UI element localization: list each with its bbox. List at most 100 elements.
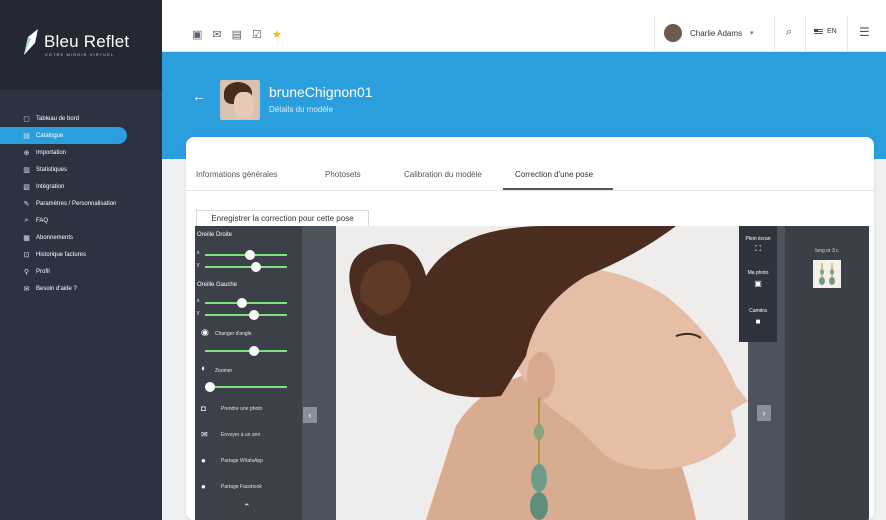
sidebar-item-label: Statistiques	[36, 166, 68, 173]
tab-pose-correction[interactable]: Correction d'une pose	[515, 170, 593, 179]
share-facebook-button[interactable]: Partage Facebook	[221, 484, 262, 490]
slider-handle[interactable]	[245, 250, 255, 260]
slider-handle[interactable]	[237, 298, 247, 308]
y-label: y	[197, 262, 200, 268]
brand-tagline: VOTRE MIROIR VIRTUEL	[45, 52, 115, 57]
sidebar-item-icon: ▥	[23, 166, 30, 174]
camera-icon[interactable]: ◘	[201, 404, 206, 413]
divider	[774, 16, 775, 52]
page-title: bruneChignon01	[269, 84, 373, 100]
sidebar-item-icon: ⊕	[23, 149, 30, 157]
sidebar-item-9[interactable]: ⚲ Profil	[0, 263, 162, 280]
view-tools: Plein écran ⛶ Ma photo ▣ Caméra ■	[739, 226, 777, 342]
controls-panel: Oreille Droite x y Oreille Gauche x y ◉ …	[195, 226, 302, 520]
slider-handle[interactable]	[205, 382, 215, 392]
my-photo-label: Ma photo	[747, 270, 769, 276]
sidebar-item-icon: ▦	[23, 234, 30, 242]
facebook-icon[interactable]: ●	[201, 482, 206, 491]
model-details-card: Informations générales Photosets Calibra…	[186, 137, 874, 520]
sidebar-item-4[interactable]: ▧ Intégration	[0, 178, 162, 195]
next-arrow-icon[interactable]: ›	[757, 405, 771, 421]
sidebar-item-label: Importation	[36, 149, 67, 156]
sidebar-item-label: Besoin d'aide ?	[36, 285, 77, 292]
fullscreen-label: Plein écran	[745, 236, 771, 242]
sidebar-item-1[interactable]: ▤ Catalogue	[0, 127, 127, 144]
sidebar-item-6[interactable]: ⌕ FAQ	[0, 212, 162, 229]
previous-arrow-icon[interactable]: ‹	[303, 407, 317, 423]
sidebar-item-2[interactable]: ⊕ Importation	[0, 144, 162, 161]
whatsapp-icon[interactable]: ●	[201, 456, 206, 465]
woman-profile-image	[336, 226, 748, 520]
earring-thumbnail[interactable]	[813, 260, 841, 288]
back-arrow-icon[interactable]: ←	[192, 88, 206, 104]
language-selector[interactable]: EN	[814, 28, 837, 35]
image-icon[interactable]: ▣	[739, 279, 777, 288]
right-ear-label: Oreille Droite	[197, 232, 233, 238]
sidebar-item-icon: ⌕	[24, 216, 29, 224]
sidebar-item-label: Profil	[36, 268, 50, 275]
right-ear-y-slider[interactable]	[205, 262, 287, 272]
y-label: y	[197, 310, 200, 316]
active-tab-indicator	[503, 188, 613, 190]
hamburger-menu-icon[interactable]: ☰	[859, 25, 870, 39]
left-ear-x-slider[interactable]	[205, 298, 287, 308]
sidebar-item-icon: ▧	[23, 183, 30, 191]
sidebar-item-0[interactable]: ▢ Tableau de bord	[0, 110, 162, 127]
sidebar-item-7[interactable]: ▦ Abonnements	[0, 229, 162, 246]
user-menu[interactable]: Charlie Adams ▾	[664, 24, 754, 42]
sidebar-item-icon: ▤	[23, 132, 30, 140]
chevron-up-icon[interactable]: ⌃	[243, 502, 251, 513]
sidebar-item-icon: ✉	[23, 285, 30, 293]
language-code: EN	[827, 28, 837, 35]
send-friend-button[interactable]: Envoyer à un ami	[221, 432, 260, 438]
sidebar-item-icon: ⊡	[23, 251, 30, 259]
sidebar-item-label: Tableau de bord	[36, 115, 80, 122]
slider-handle[interactable]	[249, 346, 259, 356]
message-icon[interactable]: ▤	[232, 28, 242, 41]
sidebar-item-8[interactable]: ⊡ Historique factures	[0, 246, 162, 263]
save-correction-button[interactable]: Enregistrer la correction pour cette pos…	[196, 210, 369, 226]
rotate-icon: ◉	[201, 327, 209, 337]
sidebar-item-3[interactable]: ▥ Statistiques	[0, 161, 162, 178]
sidebar-item-label: Paramètres / Personnalisation	[36, 200, 117, 207]
earring-icon	[819, 263, 835, 285]
sidebar-item-10[interactable]: ✉ Besoin d'aide ?	[0, 280, 162, 297]
pose-editor: Oreille Droite x y Oreille Gauche x y ◉ …	[195, 226, 869, 520]
sidebar: Bleu Reflet VOTRE MIROIR VIRTUEL ▢ Tablea…	[0, 0, 162, 520]
camera-label: Caméra	[749, 308, 767, 314]
toolbar-icons: ▣ ✉ ▤ ☑ ★	[192, 28, 282, 41]
mail-icon[interactable]: ✉	[212, 28, 221, 41]
left-ear-label: Oreille Gauche	[197, 282, 238, 288]
zoom-slider[interactable]	[205, 382, 287, 392]
tab-general-info[interactable]: Informations générales	[196, 170, 277, 179]
video-camera-icon[interactable]: ■	[739, 317, 777, 326]
jewelry-panel: long or 3 c	[785, 226, 869, 520]
sidebar-nav: ▢ Tableau de bord ▤ Catalogue ⊕ Importation ▥ S…	[0, 110, 162, 297]
checkbox-icon[interactable]: ☑	[252, 28, 262, 41]
brand-logo[interactable]: Bleu Reflet VOTRE MIROIR VIRTUEL	[0, 0, 162, 90]
take-photo-button[interactable]: Prendre une photo	[221, 406, 262, 412]
tab-calibration[interactable]: Calibration du modèle	[404, 170, 482, 179]
right-ear-x-slider[interactable]	[205, 250, 287, 260]
search-icon[interactable]: ⌕	[786, 26, 792, 39]
left-ear-y-slider[interactable]	[205, 310, 287, 320]
brand-name: Bleu Reflet	[44, 32, 130, 51]
change-angle-label: Changer d'angle	[215, 331, 252, 337]
sidebar-item-label: FAQ	[36, 217, 49, 224]
chevron-down-icon: ▾	[750, 30, 754, 37]
tab-photosets[interactable]: Photosets	[325, 170, 361, 179]
model-photo	[336, 226, 748, 520]
divider	[805, 16, 806, 52]
zoom-icon: ◐	[201, 363, 207, 373]
fullscreen-icon[interactable]: ⛶	[739, 244, 777, 254]
share-whatsapp-button[interactable]: Partage WhatsApp	[221, 458, 263, 464]
slider-handle[interactable]	[249, 310, 259, 320]
star-icon[interactable]: ★	[272, 28, 282, 41]
calendar-icon[interactable]: ▣	[192, 28, 202, 41]
tab-bar: Informations générales Photosets Calibra…	[186, 137, 874, 191]
angle-slider[interactable]	[205, 346, 287, 356]
mail-icon[interactable]: ✉	[201, 430, 208, 439]
sidebar-item-5[interactable]: ✎ Paramètres / Personnalisation	[0, 195, 162, 212]
sidebar-item-icon: ✎	[23, 200, 30, 208]
slider-handle[interactable]	[251, 262, 261, 272]
